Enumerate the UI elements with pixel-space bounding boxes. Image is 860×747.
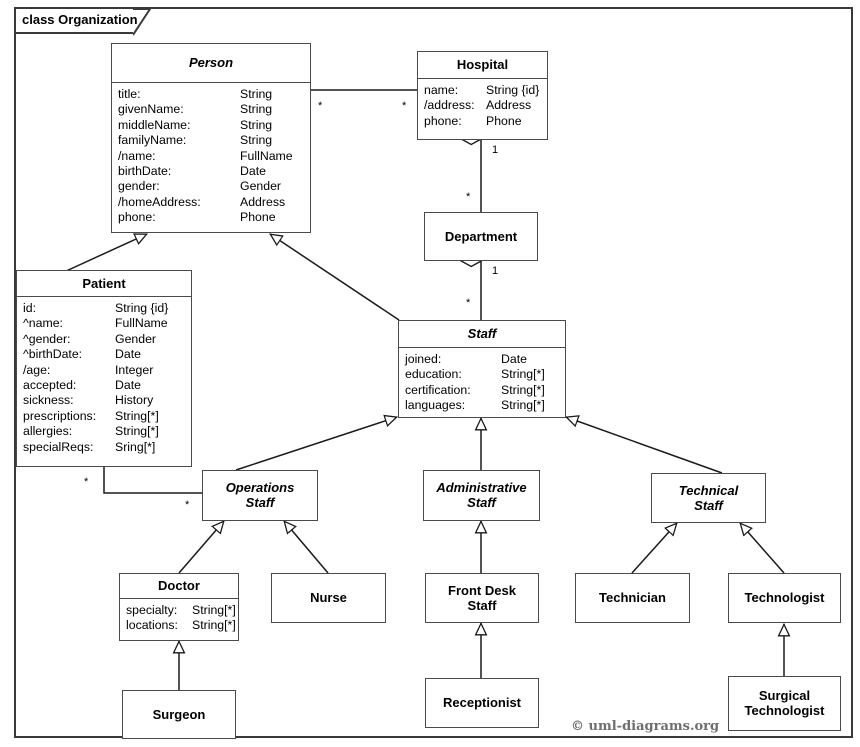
gen-nurse-operations xyxy=(284,521,329,574)
attribute-row: gender: Gender xyxy=(118,179,282,194)
attribute-row: specialty: String[*] xyxy=(126,603,236,617)
class-surgeon[interactable]: Surgeon xyxy=(122,690,236,739)
class-person[interactable]: Person title: String givenName: String mid… xyxy=(111,43,311,233)
class-technician[interactable]: Technician xyxy=(575,573,690,623)
class-technician-name: Technician xyxy=(599,590,666,605)
multiplicity-patient-operations-source: * xyxy=(84,476,89,488)
class-staff-attributes: joined: Date education: String[*] certific… xyxy=(399,348,565,417)
class-patient-attributes: id: String {id} ^name: FullName ^gender: Ge… xyxy=(17,297,191,458)
attribute-row: id: String {id} xyxy=(23,301,169,315)
attribute-row: ^name: FullName xyxy=(23,316,168,331)
attribute-row: name: String {id} xyxy=(424,83,540,97)
class-department[interactable]: Department xyxy=(424,212,538,261)
class-administrative-staff[interactable]: Administrative Staff xyxy=(423,470,540,521)
class-operations-staff[interactable]: Operations Staff xyxy=(202,470,318,521)
multiplicity-patient-operations-target: * xyxy=(185,499,190,511)
class-doctor-name: Doctor xyxy=(158,578,200,593)
attribute-row: languages: String[*] xyxy=(405,398,545,413)
attribute-row: certification: String[*] xyxy=(405,382,545,397)
class-patient[interactable]: Patient id: String {id} ^name: FullName ^g… xyxy=(16,270,192,467)
attribute-row: allergies: String[*] xyxy=(23,424,159,439)
copyright-notice: © uml-diagrams.org xyxy=(571,719,720,734)
attribute-row: sickness: History xyxy=(23,393,154,408)
class-person-attributes: title: String givenName: String middleName… xyxy=(112,83,310,229)
gen-technical-staff xyxy=(566,417,723,474)
class-hospital-name: Hospital xyxy=(456,57,509,72)
class-surgeon-name: Surgeon xyxy=(152,707,206,722)
class-staff-name: Staff xyxy=(467,326,497,341)
attribute-row: familyName: String xyxy=(118,133,273,148)
uml-class-diagram: class Organization * * 1 * 1 * * * Perso… xyxy=(0,0,860,747)
class-surgical-technologist-name: Surgical Technologist xyxy=(744,688,825,718)
class-doctor[interactable]: Doctor specialty: String[*] locations: Str… xyxy=(119,573,239,641)
attribute-row: locations: String[*] xyxy=(126,618,236,633)
multiplicity-hospital-department-many: * xyxy=(466,191,471,203)
attribute-row: birthDate: Date xyxy=(118,164,266,179)
attribute-row: specialReqs: Sring[*] xyxy=(23,439,156,454)
class-nurse[interactable]: Nurse xyxy=(271,573,386,623)
class-surgical-technologist[interactable]: Surgical Technologist xyxy=(728,676,841,731)
class-receptionist[interactable]: Receptionist xyxy=(425,678,539,728)
class-technologist-name: Technologist xyxy=(744,590,825,605)
attribute-row: title: String xyxy=(118,87,273,101)
class-person-name: Person xyxy=(188,55,234,70)
attribute-row: prescriptions: String[*] xyxy=(23,408,159,423)
attribute-row: /address: Address xyxy=(424,98,532,113)
class-technical-staff-name: Technical Staff xyxy=(678,483,739,513)
attribute-row: ^gender: Gender xyxy=(23,331,157,346)
attribute-row: education: String[*] xyxy=(405,367,545,382)
class-staff[interactable]: Staff joined: Date education: String[*] ce… xyxy=(398,320,566,418)
gen-operations-staff xyxy=(235,417,397,471)
class-doctor-attributes: specialty: String[*] locations: String[*] xyxy=(120,599,238,637)
multiplicity-person-hospital-target: * xyxy=(402,100,407,112)
gen-patient-person xyxy=(63,233,147,273)
gen-staff-person xyxy=(270,233,400,321)
class-administrative-staff-name: Administrative Staff xyxy=(436,480,527,510)
class-department-name: Department xyxy=(444,229,518,244)
class-operations-staff-name: Operations Staff xyxy=(225,480,295,510)
multiplicity-department-staff-one: 1 xyxy=(492,265,499,277)
class-technologist[interactable]: Technologist xyxy=(728,573,841,623)
gen-technician-technical xyxy=(631,523,677,574)
attribute-row: joined: Date xyxy=(405,352,527,366)
attribute-row: /name: FullName xyxy=(118,148,293,163)
class-front-desk-staff[interactable]: Front Desk Staff xyxy=(425,573,539,623)
class-front-desk-staff-name: Front Desk Staff xyxy=(448,583,516,613)
attribute-row: phone: Phone xyxy=(118,210,276,225)
attribute-row: phone: Phone xyxy=(424,113,522,128)
assoc-patient-operations xyxy=(103,467,202,494)
gen-doctor-operations xyxy=(178,521,224,574)
attribute-row: /homeAddress: Address xyxy=(118,194,286,209)
class-patient-name: Patient xyxy=(82,276,126,291)
multiplicity-department-staff-many: * xyxy=(466,297,471,309)
multiplicity-person-hospital-source: * xyxy=(318,100,323,112)
multiplicity-hospital-department-one: 1 xyxy=(492,144,499,156)
attribute-row: givenName: String xyxy=(118,102,273,117)
attribute-row: accepted: Date xyxy=(23,378,141,393)
attribute-row: /age: Integer xyxy=(23,362,154,377)
class-hospital[interactable]: Hospital name: String {id} /address: Addre… xyxy=(417,51,548,140)
attribute-row: middleName: String xyxy=(118,117,273,132)
gen-technologist-technical xyxy=(740,523,785,574)
class-nurse-name: Nurse xyxy=(310,590,347,605)
attribute-row: ^birthDate: Date xyxy=(23,347,141,362)
class-receptionist-name: Receptionist xyxy=(442,695,521,710)
class-hospital-attributes: name: String {id} /address: Address phone:… xyxy=(418,79,547,132)
class-technical-staff[interactable]: Technical Staff xyxy=(651,473,766,523)
